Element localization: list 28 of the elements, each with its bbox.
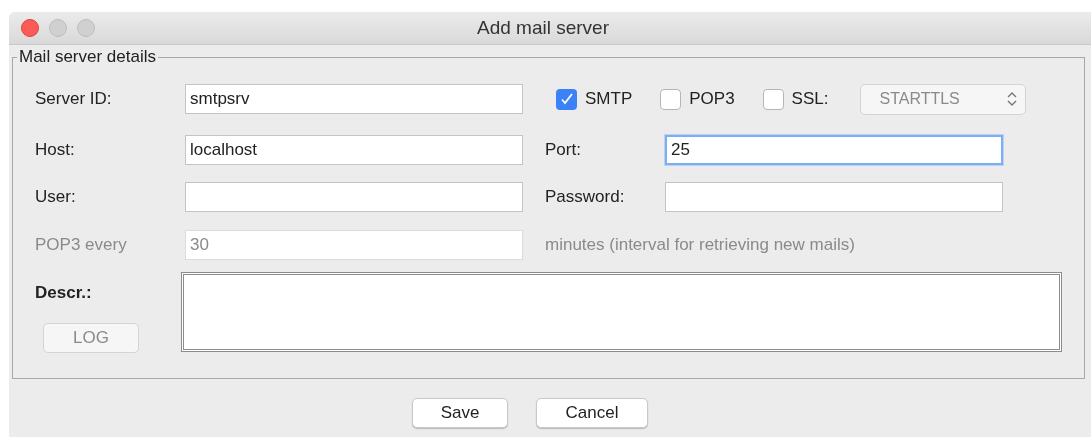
field-label: POP3 every bbox=[35, 234, 128, 257]
zoom-button[interactable] bbox=[77, 19, 95, 37]
text-field[interactable] bbox=[665, 182, 1003, 212]
dialog-button[interactable]: Cancel bbox=[536, 398, 648, 428]
checkbox[interactable] bbox=[762, 88, 784, 110]
field-label: User: bbox=[35, 186, 77, 209]
minimize-button[interactable] bbox=[49, 19, 67, 37]
field-label: Server ID: bbox=[35, 88, 113, 111]
field-label: Host: bbox=[35, 139, 76, 162]
checkbox-label: POP3 bbox=[689, 88, 735, 111]
checkbox[interactable] bbox=[556, 88, 577, 110]
interval-hint: minutes (interval for retrieving new mails) bbox=[545, 234, 855, 257]
text-field[interactable]: smtpsrv bbox=[185, 84, 523, 114]
check-icon bbox=[559, 92, 574, 106]
text-field[interactable]: localhost bbox=[185, 135, 523, 165]
field-label: Password: bbox=[545, 186, 626, 209]
close-button[interactable] bbox=[21, 19, 39, 37]
checkbox-label: SSL: bbox=[791, 88, 829, 111]
description-field[interactable] bbox=[181, 272, 1062, 352]
checkbox[interactable] bbox=[660, 88, 682, 110]
chevron-updown-icon bbox=[1007, 91, 1018, 107]
window-title: Add mail server bbox=[477, 15, 609, 40]
text-field[interactable]: 25 bbox=[665, 135, 1003, 165]
checkbox-label: SMTP bbox=[585, 88, 633, 111]
field-label: Port: bbox=[545, 139, 582, 162]
field-label: Descr.: bbox=[35, 282, 93, 304]
text-field[interactable] bbox=[185, 182, 523, 212]
dialog-button[interactable]: Save bbox=[412, 398, 508, 428]
